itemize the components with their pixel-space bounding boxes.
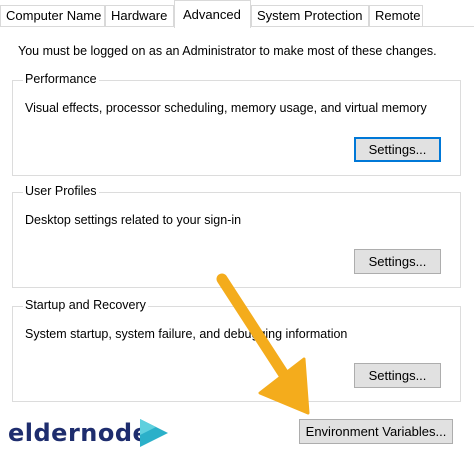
- performance-settings-button[interactable]: Settings...: [354, 137, 441, 162]
- user-profiles-title: User Profiles: [23, 184, 99, 198]
- tab-hardware[interactable]: Hardware: [105, 5, 174, 26]
- startup-recovery-settings-button[interactable]: Settings...: [354, 363, 441, 388]
- eldernode-logo: eldernode: [8, 415, 168, 455]
- tab-system-protection[interactable]: System Protection: [251, 5, 369, 26]
- performance-description: Visual effects, processor scheduling, me…: [25, 101, 427, 115]
- eldernode-play-icon: [140, 419, 168, 447]
- environment-variables-button[interactable]: Environment Variables...: [299, 419, 453, 444]
- tab-strip: Computer Name Hardware Advanced System P…: [0, 0, 474, 28]
- tab-remote[interactable]: Remote: [369, 5, 423, 26]
- performance-group: Performance Visual effects, processor sc…: [12, 72, 461, 176]
- startup-recovery-group: Startup and Recovery System startup, sys…: [12, 298, 461, 402]
- startup-recovery-description: System startup, system failure, and debu…: [25, 327, 348, 341]
- startup-recovery-title: Startup and Recovery: [23, 298, 148, 312]
- performance-title: Performance: [23, 72, 99, 86]
- eldernode-wordmark: eldernode: [8, 419, 150, 447]
- user-profiles-description: Desktop settings related to your sign-in: [25, 213, 242, 227]
- user-profiles-group: User Profiles Desktop settings related t…: [12, 184, 461, 288]
- admin-notice: You must be logged on as an Administrato…: [18, 44, 437, 58]
- tab-advanced[interactable]: Advanced: [174, 0, 251, 28]
- tab-computer-name[interactable]: Computer Name: [0, 5, 105, 26]
- user-profiles-settings-button[interactable]: Settings...: [354, 249, 441, 274]
